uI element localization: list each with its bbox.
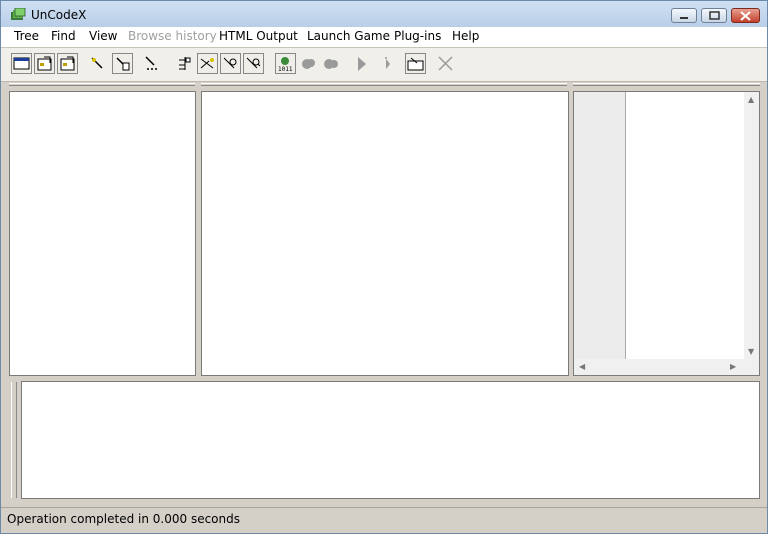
- toolbar-button-filter-tree[interactable]: [112, 53, 133, 74]
- toolbar-button-filter[interactable]: [87, 53, 108, 74]
- toolbar-button-tree-search[interactable]: [243, 53, 264, 74]
- toolbar-button-filter-dots[interactable]: [141, 53, 162, 74]
- open-folder-icon: [407, 57, 424, 71]
- svg-text:1011: 1011: [278, 66, 293, 72]
- play-icon: [358, 57, 366, 71]
- menu-tree[interactable]: Tree: [14, 29, 39, 43]
- toolbar-button-cloud[interactable]: [298, 53, 319, 74]
- filter-icon: [91, 57, 103, 69]
- toolbar-button-tree-filter[interactable]: [197, 53, 218, 74]
- close-x-icon: [438, 56, 453, 71]
- minimize-button[interactable]: [671, 8, 697, 23]
- toolbar-button-close-x[interactable]: [435, 53, 456, 74]
- toolbar-button-tree-expand[interactable]: [173, 53, 194, 74]
- scroll-up-icon[interactable]: ▲: [748, 95, 754, 104]
- toolbar: 1011: [1, 48, 767, 82]
- menu-plug-ins[interactable]: Plug-ins: [394, 29, 441, 43]
- log-grip[interactable]: [11, 382, 17, 498]
- toolbar-button-properties[interactable]: [34, 53, 55, 74]
- window-title: UnCodeX: [31, 8, 87, 22]
- app-window: UnCodeX Tree Find View Browse history HT…: [0, 0, 768, 534]
- toolbar-button-play[interactable]: [351, 53, 372, 74]
- panel-grip-left[interactable]: [9, 83, 195, 86]
- property-panel[interactable]: ▲ ▼ ◀ ▶: [573, 91, 760, 376]
- close-button[interactable]: [731, 8, 760, 23]
- tree-search-icon: [246, 57, 261, 69]
- menu-browse-history[interactable]: Browse history: [128, 29, 217, 43]
- package-tree-panel[interactable]: [201, 91, 569, 376]
- horizontal-scrollbar[interactable]: ◀ ▶: [574, 359, 759, 375]
- toolbar-button-tree-gear[interactable]: [220, 53, 241, 74]
- scroll-left-icon[interactable]: ◀: [579, 362, 585, 371]
- filter-dots-icon: [145, 56, 157, 70]
- toolbar-button-binary-gear[interactable]: 1011: [275, 53, 296, 74]
- menu-bar: Tree Find View Browse history HTML Outpu…: [1, 27, 767, 47]
- cloud-2-icon: [324, 59, 338, 69]
- properties-icon: [37, 56, 52, 71]
- app-icon: [11, 8, 26, 20]
- toolbar-button-open-folder[interactable]: [405, 53, 426, 74]
- log-panel[interactable]: [21, 381, 760, 499]
- status-text: Operation completed in 0.000 seconds: [7, 512, 240, 526]
- menu-html-output[interactable]: HTML Output: [219, 29, 298, 43]
- minimize-icon: [680, 17, 688, 19]
- tree-expand-icon: [179, 57, 191, 70]
- title-bar[interactable]: UnCodeX: [1, 1, 767, 27]
- class-tree-panel[interactable]: [9, 91, 196, 376]
- menu-find[interactable]: Find: [51, 29, 76, 43]
- properties-2-icon: [60, 56, 75, 71]
- tree-filter-icon: [200, 58, 214, 69]
- window-icon: [13, 57, 30, 70]
- menu-view[interactable]: View: [89, 29, 117, 43]
- tree-gear-icon: [223, 57, 237, 69]
- scroll-right-icon[interactable]: ▶: [730, 362, 736, 371]
- menu-launch-game[interactable]: Launch Game: [307, 29, 390, 43]
- toolbar-button-cloud-2[interactable]: [321, 53, 342, 74]
- step-icon: [385, 57, 390, 69]
- cloud-icon: [302, 59, 315, 69]
- panel-grip-middle[interactable]: [201, 83, 567, 86]
- property-list[interactable]: [625, 92, 745, 359]
- toolbar-button-window[interactable]: [11, 53, 32, 74]
- maximize-button[interactable]: [701, 8, 727, 23]
- binary-gear-icon: 1011: [278, 57, 293, 72]
- status-separator: [1, 507, 767, 508]
- vertical-scrollbar[interactable]: ▲ ▼: [744, 92, 759, 359]
- scroll-down-icon[interactable]: ▼: [748, 347, 754, 356]
- close-icon: [740, 11, 751, 21]
- menu-help[interactable]: Help: [452, 29, 479, 43]
- filter-tree-icon: [116, 57, 130, 71]
- panel-grip-right[interactable]: [573, 83, 760, 86]
- maximize-icon: [709, 11, 720, 20]
- toolbar-button-properties-2[interactable]: [57, 53, 78, 74]
- toolbar-button-step[interactable]: [375, 53, 396, 74]
